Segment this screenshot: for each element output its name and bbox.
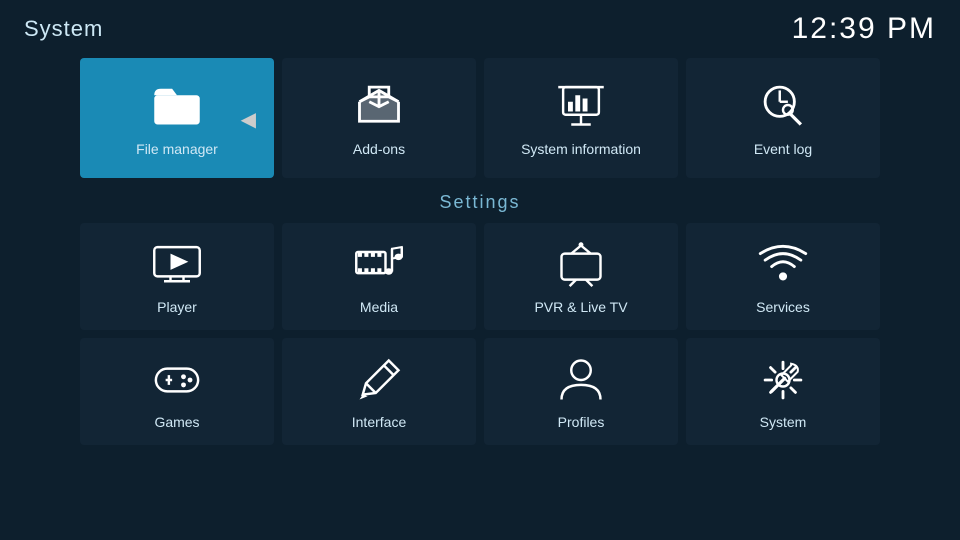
system-info-icon	[555, 79, 607, 131]
system-icon	[757, 354, 809, 406]
clock: 12:39 PM	[792, 12, 936, 46]
top-item-file-manager-label: File manager	[136, 141, 218, 157]
settings-item-pvr-live-tv-label: PVR & Live TV	[534, 299, 627, 315]
addons-icon	[353, 79, 405, 131]
profiles-icon	[555, 354, 607, 406]
top-item-file-manager[interactable]: File manager ◀	[80, 58, 274, 178]
top-item-add-ons[interactable]: Add-ons	[282, 58, 476, 178]
games-icon	[151, 354, 203, 406]
settings-item-services[interactable]: Services	[686, 223, 880, 330]
pvr-live-tv-icon	[555, 239, 607, 291]
top-item-event-log[interactable]: Event log	[686, 58, 880, 178]
settings-item-system[interactable]: System	[686, 338, 880, 445]
settings-item-system-label: System	[760, 414, 807, 430]
settings-item-games-label: Games	[154, 414, 199, 430]
top-item-event-log-label: Event log	[754, 141, 812, 157]
settings-label: Settings	[0, 192, 960, 213]
app-title: System	[24, 16, 103, 42]
settings-item-pvr-live-tv[interactable]: PVR & Live TV	[484, 223, 678, 330]
settings-item-interface[interactable]: Interface	[282, 338, 476, 445]
settings-row-1: Player Media	[0, 223, 960, 330]
interface-icon	[353, 354, 405, 406]
settings-item-media-label: Media	[360, 299, 398, 315]
settings-item-player-label: Player	[157, 299, 197, 315]
top-item-system-information[interactable]: System information	[484, 58, 678, 178]
settings-item-profiles[interactable]: Profiles	[484, 338, 678, 445]
player-icon	[151, 239, 203, 291]
settings-item-profiles-label: Profiles	[558, 414, 605, 430]
settings-item-games[interactable]: Games	[80, 338, 274, 445]
event-log-icon	[757, 79, 809, 131]
settings-item-interface-label: Interface	[352, 414, 406, 430]
top-bar: System 12:39 PM	[0, 0, 960, 54]
media-icon	[353, 239, 405, 291]
settings-item-player[interactable]: Player	[80, 223, 274, 330]
top-items-row: File manager ◀ Add-ons	[0, 58, 960, 178]
folder-icon	[151, 79, 203, 131]
top-item-add-ons-label: Add-ons	[353, 141, 405, 157]
services-icon	[757, 239, 809, 291]
settings-item-media[interactable]: Media	[282, 223, 476, 330]
top-item-system-information-label: System information	[521, 141, 641, 157]
settings-item-services-label: Services	[756, 299, 810, 315]
settings-row-2: Games Interface Profiles System	[0, 338, 960, 445]
